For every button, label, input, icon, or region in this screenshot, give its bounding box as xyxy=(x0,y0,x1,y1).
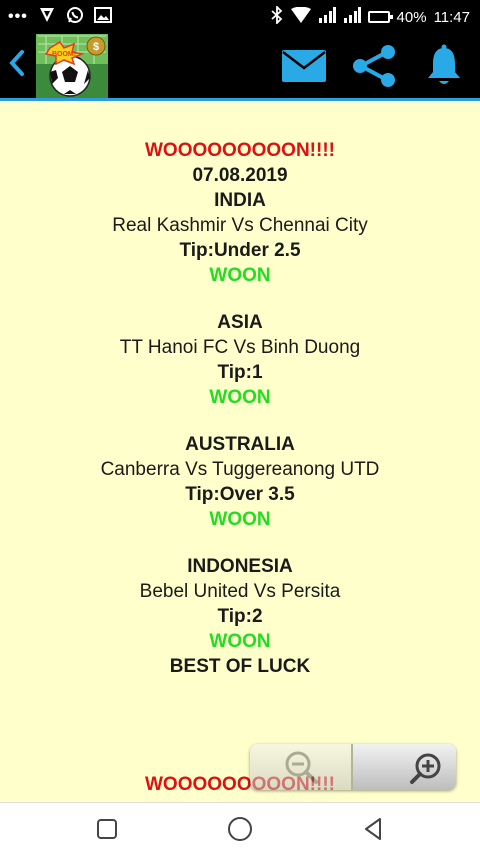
tips-content[interactable]: WOOOOOOOOON!!!! 07.08.2019 INDIA Real Ka… xyxy=(0,101,480,802)
tip-prediction: Tip:2 xyxy=(217,606,263,627)
tip-prediction: Tip:Over 3.5 xyxy=(185,484,295,505)
back-triangle-icon[interactable] xyxy=(357,813,389,845)
win-header: WOOOOOOOOON!!!! xyxy=(145,140,335,161)
zoom-out-icon[interactable] xyxy=(250,744,353,790)
tip-result: WOON xyxy=(209,509,271,530)
tip-country: INDONESIA xyxy=(187,556,293,577)
chevron-left-icon[interactable] xyxy=(8,48,28,84)
zoom-in-icon[interactable] xyxy=(353,744,456,790)
tip-country: ASIA xyxy=(217,312,263,333)
signal-icon xyxy=(343,7,361,27)
recents-square-icon[interactable] xyxy=(91,813,123,845)
whatsapp-icon xyxy=(66,6,84,29)
logo-text: BOOM! xyxy=(52,51,76,58)
image-icon xyxy=(93,6,112,28)
svg-text:$: $ xyxy=(93,41,99,53)
zoom-control xyxy=(250,744,456,790)
tip-match: Real Kashmir Vs Chennai City xyxy=(112,215,368,236)
tip-result: WOON xyxy=(209,265,271,286)
tip-country: AUSTRALIA xyxy=(185,434,295,455)
mail-icon[interactable] xyxy=(278,40,330,92)
signal-icon xyxy=(318,7,336,27)
status-bar: ••• 40% 11:47 xyxy=(0,0,480,34)
tip-date: 07.08.2019 xyxy=(192,165,288,186)
tip-result: WOON xyxy=(209,631,271,652)
app-bar: BOOM! $ xyxy=(0,34,480,98)
tip-country: INDIA xyxy=(214,190,266,211)
tip-match: Canberra Vs Tuggereanong UTD xyxy=(100,459,380,480)
app-logo[interactable]: BOOM! $ xyxy=(36,34,108,98)
tip-match: Bebel United Vs Persita xyxy=(139,581,341,602)
vpn-icon xyxy=(38,6,56,29)
wifi-icon xyxy=(290,6,311,27)
bell-icon[interactable] xyxy=(418,40,470,92)
system-nav-bar xyxy=(0,802,480,853)
battery-icon xyxy=(367,11,393,23)
tip-result: WOON xyxy=(209,387,271,408)
overflow-dots: ••• xyxy=(8,8,28,25)
battery-percent: 40% xyxy=(396,8,427,26)
share-icon[interactable] xyxy=(348,40,400,92)
tip-prediction: Tip:Under 2.5 xyxy=(179,240,301,261)
tip-prediction: Tip:1 xyxy=(217,362,263,383)
home-circle-icon[interactable] xyxy=(224,813,256,845)
bluetooth-icon xyxy=(270,4,284,28)
best-of-luck: BEST OF LUCK xyxy=(169,656,311,677)
clock: 11:47 xyxy=(433,8,470,26)
tip-match: TT Hanoi FC Vs Binh Duong xyxy=(119,337,361,358)
